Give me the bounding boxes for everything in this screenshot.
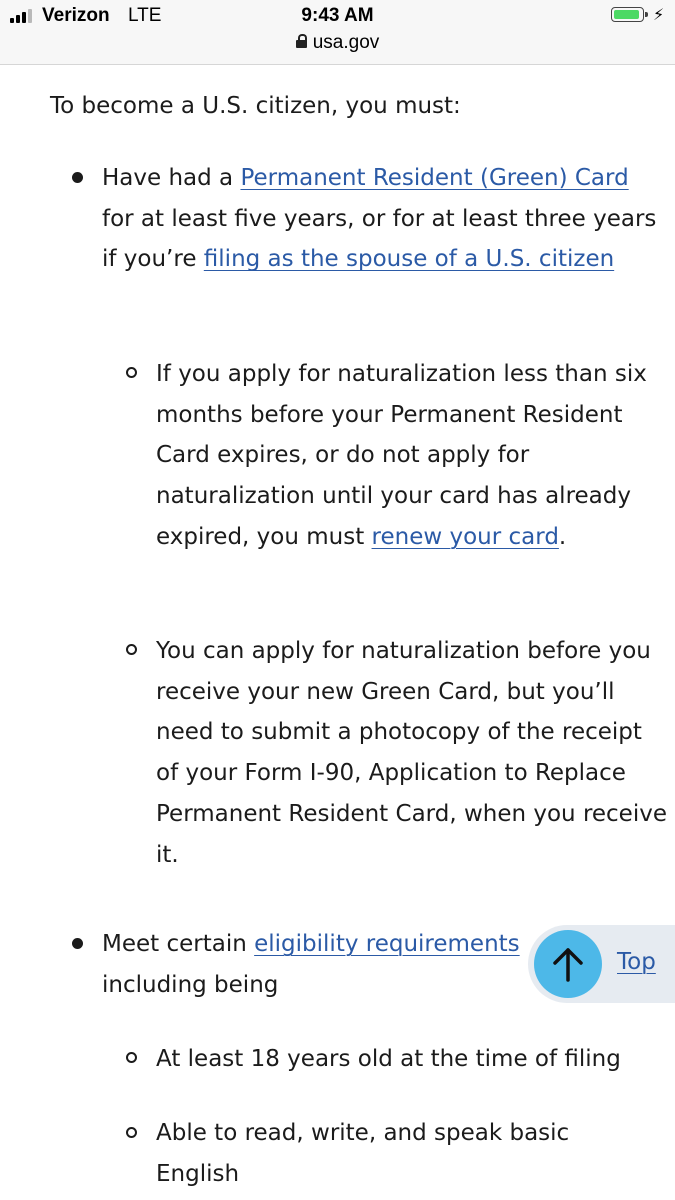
bullet-disc: [72, 938, 83, 949]
eligibility-link[interactable]: eligibility requirements: [254, 931, 520, 957]
list-item: Have had a Permanent Resident (Green) Ca…: [102, 165, 657, 273]
page-content: To become a U.S. citizen, you must: Have…: [0, 64, 675, 1200]
list-subitem: At least 18 years old at the time of fil…: [156, 1046, 621, 1072]
arrow-up-icon[interactable]: [534, 930, 602, 998]
status-bar: Verizon LTE 9:43 AM usa.gov ⚡: [0, 0, 675, 65]
status-time: 9:43 AM: [301, 5, 374, 26]
intro-text: To become a U.S. citizen, you must:: [50, 93, 461, 119]
list-subitem: Able to read, write, and speak basic Eng…: [156, 1120, 570, 1187]
back-to-top-link[interactable]: Top: [617, 942, 656, 982]
bullet-circle: [126, 644, 137, 655]
list-subitem: You can apply for naturalization before …: [156, 638, 667, 868]
list-subitem: If you apply for naturalization less tha…: [156, 361, 647, 550]
back-to-top-button[interactable]: Top: [528, 925, 675, 1003]
lock-icon: [295, 34, 307, 48]
bullet-circle: [126, 367, 137, 378]
green-card-link[interactable]: Permanent Resident (Green) Card: [240, 165, 628, 191]
charging-bolt-icon: ⚡: [653, 7, 665, 24]
bullet-circle: [126, 1052, 137, 1063]
list-item: Meet certain eligibility requirements in…: [102, 931, 520, 998]
bullet-circle: [126, 1127, 137, 1138]
renew-card-link[interactable]: renew your card: [372, 524, 559, 550]
spouse-filing-link[interactable]: filing as the spouse of a U.S. citizen: [204, 246, 614, 272]
url-text: usa.gov: [312, 32, 380, 53]
battery-icon: [611, 7, 648, 22]
address-bar[interactable]: usa.gov: [0, 32, 675, 54]
bullet-disc: [72, 172, 83, 183]
